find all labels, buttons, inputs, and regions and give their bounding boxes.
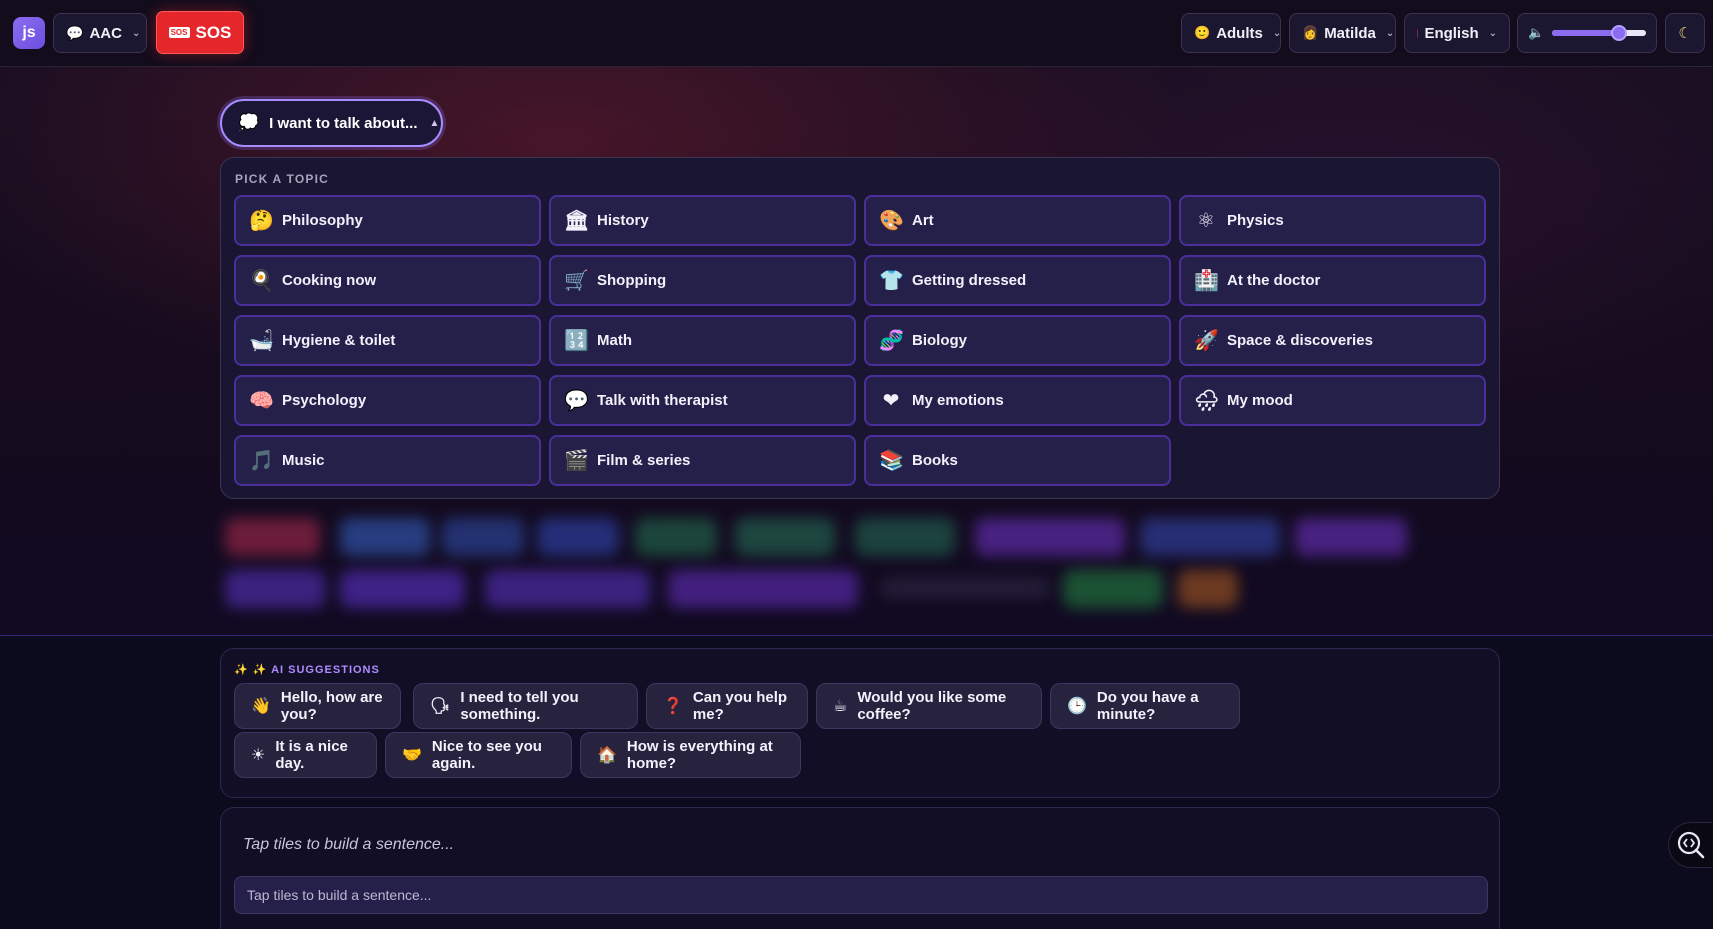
ai-suggestions-heading: ✨ ✨ AI SUGGESTIONS bbox=[234, 664, 380, 676]
sentence-display: Tap tiles to build a sentence... bbox=[243, 836, 455, 853]
topic-icon: 🏛 bbox=[564, 210, 590, 232]
suggestion-label: It is a nice day. bbox=[275, 738, 348, 772]
topic-label: Hygiene & toilet bbox=[282, 332, 396, 349]
topic-label: Books bbox=[912, 452, 958, 469]
topic-tile[interactable]: 🧠 Psychology bbox=[234, 375, 541, 426]
suggestion-chip[interactable]: ☀ It is a nice day. bbox=[234, 732, 377, 778]
suggestion-label: Hello, how are you? bbox=[280, 689, 383, 723]
topic-icon: 🏥 bbox=[1194, 270, 1219, 292]
topic-icon: 🎬 bbox=[564, 450, 589, 472]
topic-label: Talk with therapist bbox=[597, 392, 728, 409]
topic-icon: ⚛ bbox=[1197, 210, 1215, 232]
topic-icon: 💬 bbox=[564, 390, 589, 412]
suggestion-label: Nice to see you again. bbox=[431, 738, 542, 772]
topic-icon: ❤ bbox=[882, 390, 900, 412]
inspect-button[interactable] bbox=[1668, 822, 1712, 868]
topic-tile[interactable]: 🛁 Hygiene & toilet bbox=[234, 315, 541, 366]
topic-icon: 🔢 bbox=[564, 330, 589, 352]
topic-label: Music bbox=[282, 452, 325, 469]
topic-tile[interactable]: 🧬 Biology bbox=[864, 315, 1171, 366]
topic-label: My mood bbox=[1227, 392, 1293, 409]
topic-tile[interactable]: 🎬 Film & series bbox=[549, 435, 856, 486]
suggestion-icon: 🕒 bbox=[1067, 698, 1087, 715]
suggestion-chip[interactable]: 🗣 I need to tell you something. bbox=[413, 683, 638, 729]
topic-label: Psychology bbox=[282, 392, 367, 409]
suggestion-chip[interactable]: ☕ Would you like some coffee? bbox=[816, 683, 1042, 729]
suggestion-chip[interactable]: 🏠 How is everything at home? bbox=[580, 732, 801, 778]
topic-tile[interactable]: 👕 Getting dressed bbox=[864, 255, 1171, 306]
suggestion-icon: 🤝 bbox=[402, 747, 422, 764]
topic-icon: 🛒 bbox=[564, 270, 589, 292]
topic-icon: 🤔 bbox=[249, 210, 274, 232]
topic-label: At the doctor bbox=[1227, 272, 1321, 289]
suggestion-label: Can you help me? bbox=[692, 689, 788, 723]
topic-label: Art bbox=[912, 212, 934, 229]
topic-grid: 🤔 Philosophy 🏛 History 🎨 Art ⚛ Physics 🍳 Cooking … bbox=[234, 195, 1487, 486]
suggestion-chip[interactable]: 🤝 Nice to see you again. bbox=[385, 732, 572, 778]
suggestion-icon: 🗣 bbox=[430, 698, 451, 715]
suggestion-icon: 🏠 bbox=[597, 747, 617, 764]
topic-icon: 📚 bbox=[879, 450, 904, 472]
topic-icon: 🌧 bbox=[1194, 390, 1220, 412]
topic-icon: 🎵 bbox=[249, 450, 274, 472]
topic-label: My emotions bbox=[912, 392, 1004, 409]
topic-tile[interactable]: 🔢 Math bbox=[549, 315, 856, 366]
suggestion-chip[interactable]: 👋 Hello, how are you? bbox=[234, 683, 401, 729]
topic-icon: 🛁 bbox=[249, 330, 274, 352]
suggestion-label: Do you have a minute? bbox=[1096, 689, 1199, 723]
topic-tile[interactable]: 🏛 History bbox=[549, 195, 856, 246]
suggestion-icon: ☕ bbox=[833, 698, 848, 715]
panel-heading: PICK A TOPIC bbox=[235, 172, 329, 186]
topic-label: Biology bbox=[912, 332, 967, 349]
topic-tile[interactable]: 💬 Talk with therapist bbox=[549, 375, 856, 426]
topic-icon: 🍳 bbox=[249, 270, 274, 292]
topic-label: Math bbox=[597, 332, 632, 349]
suggestion-label: How is everything at home? bbox=[626, 738, 773, 772]
topic-tile[interactable]: 🎵 Music bbox=[234, 435, 541, 486]
topic-label: History bbox=[597, 212, 649, 229]
topic-label: Physics bbox=[1227, 212, 1284, 229]
suggestion-label: I need to tell you something. bbox=[460, 689, 579, 723]
sentence-composer: Tap tiles to build a sentence... bbox=[220, 807, 1500, 929]
suggestion-icon: ☀ bbox=[251, 747, 266, 764]
topic-tile[interactable]: 🏥 At the doctor bbox=[1179, 255, 1486, 306]
topic-tile[interactable]: ⚛ Physics bbox=[1179, 195, 1486, 246]
topic-tile[interactable]: 🚀 Space & discoveries bbox=[1179, 315, 1486, 366]
topic-label: Shopping bbox=[597, 272, 667, 289]
suggestion-chip[interactable]: 🕒 Do you have a minute? bbox=[1050, 683, 1240, 729]
sentence-input[interactable] bbox=[234, 876, 1488, 914]
suggestion-chip[interactable]: ❓ Can you help me? bbox=[646, 683, 808, 729]
topic-icon: 👕 bbox=[879, 270, 904, 292]
topic-tile[interactable]: 🍳 Cooking now bbox=[234, 255, 541, 306]
topic-tile[interactable]: ❤ My emotions bbox=[864, 375, 1171, 426]
topic-tile[interactable]: 📚 Books bbox=[864, 435, 1171, 486]
topic-tile[interactable]: 🤔 Philosophy bbox=[234, 195, 541, 246]
topic-icon: 🚀 bbox=[1194, 330, 1219, 352]
topic-icon: 🧬 bbox=[879, 330, 904, 352]
topic-icon: 🎨 bbox=[879, 210, 904, 232]
topic-label: Cooking now bbox=[282, 272, 377, 289]
ai-suggestions-panel: ✨ ✨ AI SUGGESTIONS 👋 Hello, how are you? 🗣… bbox=[220, 648, 1500, 798]
topic-tile[interactable]: 🎨 Art bbox=[864, 195, 1171, 246]
topic-tile[interactable]: 🌧 My mood bbox=[1179, 375, 1486, 426]
topic-icon: 🧠 bbox=[249, 390, 274, 412]
suggestion-label: Would you like some coffee? bbox=[857, 689, 1007, 723]
topic-label: Getting dressed bbox=[912, 272, 1027, 289]
topic-label: Space & discoveries bbox=[1227, 332, 1373, 349]
topic-picker-panel: PICK A TOPIC 🤔 Philosophy 🏛 History 🎨 Art ⚛ Phy… bbox=[220, 157, 1500, 499]
topic-label: Film & series bbox=[597, 452, 691, 469]
suggestion-icon: ❓ bbox=[663, 698, 683, 715]
suggestion-icon: 👋 bbox=[251, 698, 271, 715]
inspect-code-icon bbox=[1677, 831, 1704, 859]
topic-label: Philosophy bbox=[282, 212, 363, 229]
topic-tile[interactable]: 🛒 Shopping bbox=[549, 255, 856, 306]
